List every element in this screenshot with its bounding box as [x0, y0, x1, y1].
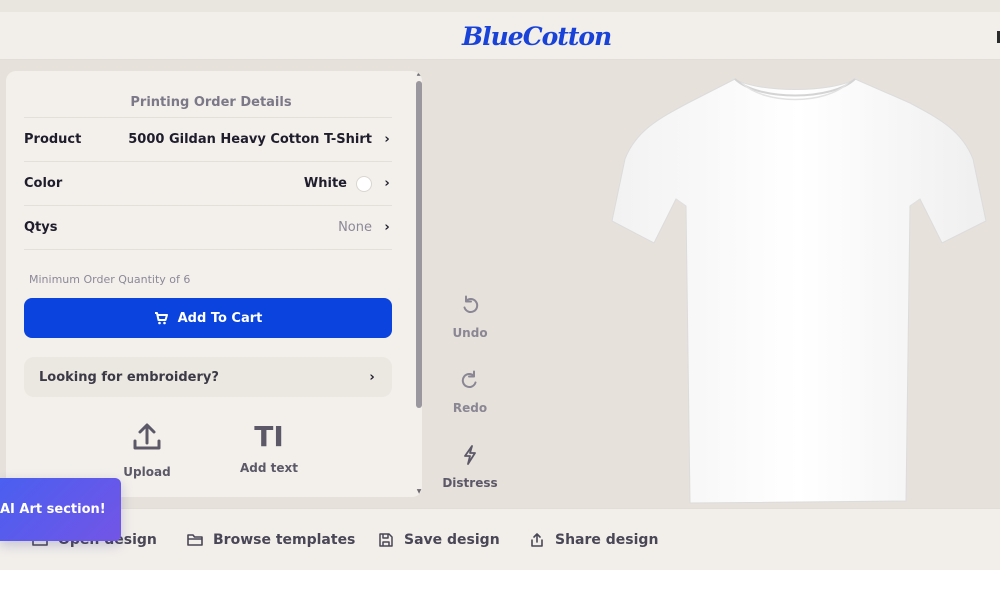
- color-value: White: [303, 176, 347, 191]
- product-row[interactable]: Product 5000 Gildan Heavy Cotton T-Shirt…: [24, 117, 392, 161]
- add-text-button[interactable]: TI Add text: [229, 420, 309, 476]
- browse-templates-label: Browse templates: [213, 532, 356, 548]
- product-label: Product: [24, 132, 82, 147]
- embroidery-link[interactable]: Looking for embroidery? ›: [24, 357, 392, 397]
- minimum-order-note: Minimum Order Quantity of 6: [29, 273, 191, 286]
- qtys-value: None: [338, 220, 372, 235]
- upload-button[interactable]: Upload: [107, 421, 187, 479]
- distress-label: Distress: [442, 476, 498, 490]
- qtys-row[interactable]: Qtys None ›: [24, 205, 392, 249]
- share-icon: [529, 532, 545, 548]
- cart-icon: [154, 311, 168, 325]
- undo-icon: [460, 295, 480, 319]
- save-design-label: Save design: [404, 532, 500, 548]
- share-design-label: Share design: [555, 532, 659, 548]
- chevron-right-icon: ›: [384, 132, 390, 147]
- save-design-button[interactable]: Save design: [378, 529, 500, 551]
- design-workspace: Printing Order Details Product 5000 Gild…: [0, 60, 1000, 508]
- add-text-label: Add text: [240, 461, 298, 475]
- add-to-cart-label: Add To Cart: [177, 310, 263, 326]
- text-cursor-icon: TI: [254, 420, 284, 453]
- color-swatch: [356, 175, 372, 192]
- scroll-down-arrow[interactable]: ▼: [416, 489, 422, 495]
- panel-scrollbar[interactable]: ▲ ▼: [416, 71, 422, 497]
- lightning-icon: [462, 445, 478, 469]
- scroll-thumb[interactable]: [416, 81, 422, 408]
- ai-art-section-button[interactable]: AI Art section!: [0, 478, 121, 541]
- panel-title: Printing Order Details: [130, 95, 292, 110]
- chevron-right-icon: ›: [369, 369, 375, 385]
- qtys-label: Qtys: [24, 220, 58, 235]
- scroll-up-arrow[interactable]: ▲: [416, 71, 422, 77]
- chevron-right-icon: ›: [384, 220, 390, 235]
- upload-label: Upload: [123, 465, 171, 479]
- site-header: BlueCotton: [0, 12, 1000, 60]
- color-row[interactable]: Color White ›: [24, 161, 392, 205]
- add-to-cart-button[interactable]: Add To Cart: [24, 298, 392, 338]
- row-divider: [24, 249, 392, 250]
- undo-button[interactable]: Undo: [440, 295, 500, 340]
- ai-art-label: AI Art section!: [0, 502, 106, 517]
- distress-button[interactable]: Distress: [440, 445, 500, 490]
- browse-templates-button[interactable]: Browse templates: [187, 529, 355, 551]
- redo-icon: [460, 370, 480, 394]
- product-value: 5000 Gildan Heavy Cotton T-Shirt: [128, 132, 372, 147]
- tshirt-mockup[interactable]: [610, 71, 990, 505]
- embroidery-label: Looking for embroidery?: [39, 369, 219, 385]
- design-actions-bar: Open design Browse templates Save design…: [0, 508, 1000, 570]
- bluecotton-logo[interactable]: BlueCotton: [462, 18, 612, 54]
- undo-label: Undo: [452, 326, 488, 340]
- redo-label: Redo: [452, 401, 488, 415]
- upload-icon: [132, 421, 162, 457]
- order-details-panel: Printing Order Details Product 5000 Gild…: [6, 71, 422, 497]
- folder-icon: [187, 533, 203, 547]
- top-strip: [0, 0, 1000, 12]
- color-label: Color: [24, 176, 63, 191]
- chevron-right-icon: ›: [384, 176, 390, 191]
- share-design-button[interactable]: Share design: [529, 529, 658, 551]
- save-icon: [378, 532, 394, 548]
- redo-button[interactable]: Redo: [440, 370, 500, 415]
